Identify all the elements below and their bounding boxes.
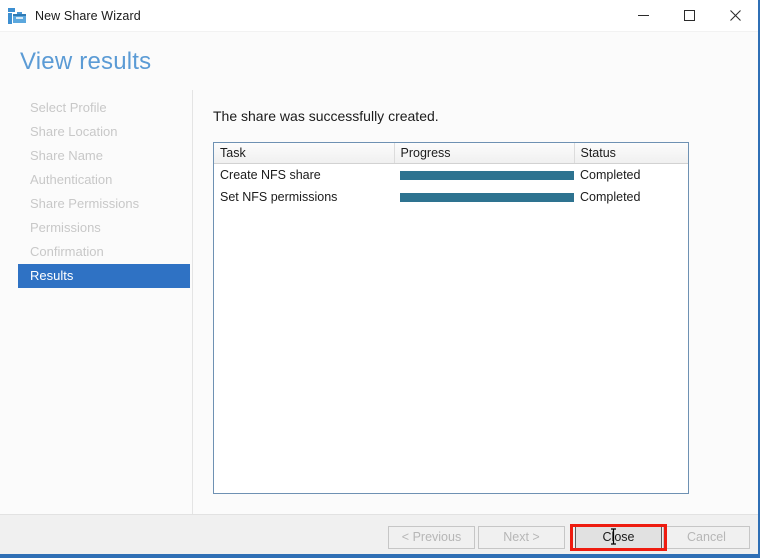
table-header-row: Task Progress Status (214, 143, 688, 164)
cell-status: Completed (580, 168, 641, 182)
new-share-wizard-window: New Share Wizard View results Select Pro… (0, 0, 760, 558)
minimize-icon[interactable] (620, 0, 666, 31)
sidebar-item-share-location[interactable]: Share Location (18, 120, 190, 144)
sidebar-item-permissions[interactable]: Permissions (18, 216, 190, 240)
cell-progress (394, 186, 574, 208)
results-table-panel: Task Progress Status Create NFS share Co… (213, 142, 689, 494)
column-header-status[interactable]: Status (574, 143, 688, 164)
sidebar-item-share-name[interactable]: Share Name (18, 144, 190, 168)
progress-bar-fill (400, 170, 574, 180)
wizard-body: Select Profile Share Location Share Name… (0, 90, 758, 514)
title-bar: New Share Wizard (0, 0, 758, 31)
success-message: The share was successfully created. (213, 108, 439, 124)
close-icon[interactable] (712, 0, 758, 31)
table-row[interactable]: Set NFS permissions Completed (214, 186, 688, 208)
column-header-task[interactable]: Task (214, 143, 395, 164)
cell-status: Completed (580, 190, 641, 204)
results-table: Task Progress Status Create NFS share Co… (214, 143, 688, 208)
column-header-progress[interactable]: Progress (394, 143, 575, 164)
cell-progress (394, 164, 574, 187)
sidebar-item-authentication[interactable]: Authentication (18, 168, 190, 192)
wizard-footer: < Previous Next > Close Cancel (0, 515, 758, 556)
previous-button[interactable]: < Previous (388, 526, 475, 549)
next-button[interactable]: Next > (478, 526, 565, 549)
close-button[interactable]: Close (575, 526, 662, 549)
table-row[interactable]: Create NFS share Completed (214, 164, 688, 187)
table-body: Create NFS share Completed Set NFS permi… (214, 164, 688, 209)
cell-task: Set NFS permissions (220, 190, 338, 204)
wizard-content: The share was successfully created. Task… (192, 90, 758, 514)
sidebar-item-confirmation[interactable]: Confirmation (18, 240, 190, 264)
sidebar-item-select-profile[interactable]: Select Profile (18, 96, 190, 120)
window-controls (620, 0, 758, 31)
share-folder-icon (7, 6, 27, 26)
maximize-icon[interactable] (666, 0, 712, 31)
sidebar-item-share-permissions[interactable]: Share Permissions (18, 192, 190, 216)
page-title: View results (20, 48, 152, 75)
progress-bar-track (400, 170, 574, 180)
progress-bar-fill (400, 192, 574, 202)
cancel-button[interactable]: Cancel (663, 526, 750, 549)
cell-task: Create NFS share (220, 168, 321, 182)
sidebar-item-results[interactable]: Results (18, 264, 190, 288)
progress-bar-track (400, 192, 574, 202)
table-header: Task Progress Status (214, 143, 688, 164)
wizard-step-nav: Select Profile Share Location Share Name… (0, 90, 193, 514)
taskbar-edge (0, 554, 758, 558)
window-title: New Share Wizard (35, 8, 141, 23)
page-header: View results (0, 32, 758, 90)
